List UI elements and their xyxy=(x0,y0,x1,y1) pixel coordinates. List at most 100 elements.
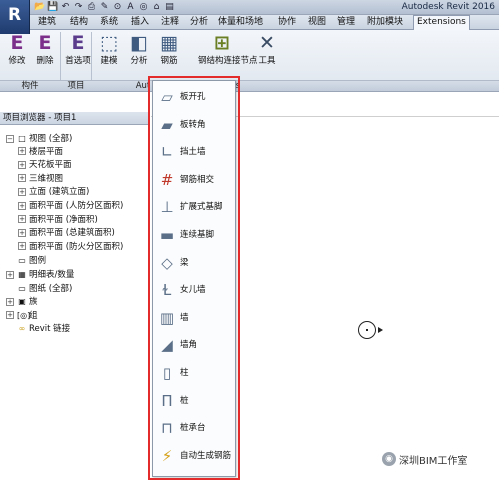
ribbon-button-0[interactable]: E 修改 xyxy=(4,32,30,67)
ribbon-tool-icon: ◧ xyxy=(130,32,148,54)
rebar-menu-label: 柱 xyxy=(180,368,189,378)
tree-item[interactable]: + 三维视图 xyxy=(18,173,63,186)
tree-item[interactable]: + 面积平面 (总建筑面积) xyxy=(18,227,115,240)
ribbon-tool-icon: E xyxy=(71,32,85,54)
tree-item[interactable]: + [◎]组 xyxy=(6,309,38,322)
ribbon-button-7[interactable]: ✕ 工具 xyxy=(253,32,281,67)
expand-toggle-icon[interactable]: + xyxy=(6,297,14,306)
quick-access-icon[interactable]: ↷ xyxy=(73,1,84,13)
quick-access-icon[interactable]: ↶ xyxy=(60,1,71,13)
tab-11[interactable]: Extensions xyxy=(413,15,470,31)
tab-3[interactable]: 插入 xyxy=(131,16,149,30)
view-marker-center xyxy=(366,329,368,331)
rebar-dropdown-menu: ▱ 板开孔 ▰ 板转角 ∟ 挡土墙 # 钢筋相交 ⊥ 扩展式基脚 ▬ 连续基脚 ◇ 梁 Ɫ 女儿墙 ▥ 墙 ◢ 墙角 ▯… xyxy=(152,80,236,477)
project-browser-title: 项目浏览器 - 项目1 xyxy=(0,112,150,125)
tab-1[interactable]: 结构 xyxy=(70,16,88,30)
tab-0[interactable]: 建筑 xyxy=(38,16,56,30)
rebar-menu-item[interactable]: ▱ 板开孔 xyxy=(153,86,235,110)
rebar-menu-item[interactable]: ▥ 墙 xyxy=(153,307,235,331)
rebar-menu-item[interactable]: # 钢筋相交 xyxy=(153,169,235,193)
expand-toggle-icon[interactable]: + xyxy=(6,270,14,279)
ribbon-button-2[interactable]: E 首选项 xyxy=(64,32,92,67)
tree-item[interactable]: + 楼层平面 xyxy=(18,146,63,159)
expand-toggle-icon[interactable]: + xyxy=(18,242,26,251)
tree-item[interactable]: + ▣ 族 xyxy=(6,295,38,308)
ribbon-button-label: 钢结构连接节点 xyxy=(198,56,258,66)
expand-toggle-icon[interactable]: − xyxy=(6,134,14,143)
expand-toggle-icon[interactable]: + xyxy=(6,311,14,320)
expand-toggle-icon[interactable]: + xyxy=(18,160,26,169)
tree-item[interactable]: ▭ 图例 xyxy=(6,254,46,267)
wechat-logo-icon: ◉ xyxy=(382,452,396,466)
rebar-menu-item[interactable]: ∟ 挡土墙 xyxy=(153,141,235,165)
tree-node-icon: ▭ xyxy=(18,256,26,266)
rebar-menu-label: 自动生成钢筋 xyxy=(180,450,232,461)
tree-item-label: 三维视图 xyxy=(29,173,64,184)
tree-item-label: 图例 xyxy=(29,256,47,267)
quick-access-icon[interactable]: ▤ xyxy=(164,1,175,13)
rebar-menu-item[interactable]: ⊓ 桩承台 xyxy=(153,417,235,441)
ribbon-tool-icon: ▦ xyxy=(160,32,178,54)
rebar-menu-item[interactable]: ⚡ 自动生成钢筋 xyxy=(153,445,235,469)
quick-access-icon[interactable]: 📂 xyxy=(34,1,45,13)
tree-item[interactable]: ∞ Revit 链接 xyxy=(6,322,71,335)
tree-node-icon: ∞ xyxy=(18,324,26,334)
quick-access-icon[interactable]: ⌂ xyxy=(151,1,162,13)
quick-access-icon[interactable]: ◎ xyxy=(138,1,149,13)
tab-2[interactable]: 系统 xyxy=(100,16,118,30)
tree-item[interactable]: − □ 视图 (全部) xyxy=(6,132,72,145)
tree-item[interactable]: + 天花板平面 xyxy=(18,159,72,172)
tree-item[interactable]: + ▦ 明细表/数量 xyxy=(6,268,74,281)
expand-toggle-icon[interactable]: + xyxy=(18,187,26,196)
tree-item-label: 面积平面 (净面积) xyxy=(29,214,98,225)
expand-toggle-icon[interactable]: + xyxy=(18,201,26,210)
rebar-menu-item[interactable]: Ɫ 女儿墙 xyxy=(153,279,235,303)
quick-access-icon[interactable]: ⎙ xyxy=(86,1,97,13)
expand-toggle-icon[interactable]: + xyxy=(18,147,26,156)
rebar-menu-item[interactable]: ◢ 墙角 xyxy=(153,334,235,358)
ribbon-button-1[interactable]: E 删除 xyxy=(32,32,58,67)
view-marker[interactable] xyxy=(358,321,376,339)
tree-item[interactable]: + 面积平面 (防火分区面积) xyxy=(18,241,123,254)
rebar-menu-item[interactable]: ⊥ 扩展式基脚 xyxy=(153,196,235,220)
expand-toggle-icon[interactable]: + xyxy=(18,228,26,237)
ribbon-button-3[interactable]: ⬚ 建模 xyxy=(96,32,122,67)
rebar-menu-item[interactable]: ▰ 板转角 xyxy=(153,114,235,138)
quick-access-icon[interactable]: 💾 xyxy=(47,1,58,13)
rebar-menu-item[interactable]: ▯ 柱 xyxy=(153,362,235,386)
expand-toggle-icon[interactable]: + xyxy=(18,215,26,224)
rebar-menu-item[interactable]: ◇ 梁 xyxy=(153,252,235,276)
rebar-menu-label: 板开孔 xyxy=(180,92,206,102)
tree-item[interactable]: + 面积平面 (人防分区面积) xyxy=(18,200,123,213)
tree-item-label: 视图 (全部) xyxy=(29,134,73,144)
quick-access-icon[interactable]: ✎ xyxy=(99,1,110,13)
tab-9[interactable]: 管理 xyxy=(337,16,355,30)
rebar-menu-label: 扩展式基脚 xyxy=(180,202,223,213)
rebar-menu-item[interactable]: ▬ 连续基脚 xyxy=(153,224,235,248)
tree-item[interactable]: ▭ 图纸 (全部) xyxy=(6,282,72,295)
rebar-type-icon: Ɫ xyxy=(162,281,172,300)
rebar-type-icon: ▬ xyxy=(159,226,175,244)
tab-10[interactable]: 附加模块 xyxy=(367,16,403,30)
ribbon-button-5[interactable]: ▦ 钢筋 xyxy=(157,32,181,67)
rebar-type-icon: Π xyxy=(161,391,173,410)
tab-7[interactable]: 协作 xyxy=(278,16,296,30)
tree-item-label: 族 xyxy=(29,297,38,308)
tree-node-icon: ▭ xyxy=(18,283,26,293)
quick-access-icon[interactable]: A xyxy=(125,1,136,13)
tree-item[interactable]: + 面积平面 (净面积) xyxy=(18,214,98,227)
rebar-menu-label: 墙角 xyxy=(180,340,198,351)
tab-6[interactable]: 体量和场地 xyxy=(218,16,263,30)
ribbon-button-4[interactable]: ◧ 分析 xyxy=(125,32,153,67)
tab-8[interactable]: 视图 xyxy=(308,16,326,30)
tree-item[interactable]: + 立面 (建筑立面) xyxy=(18,186,89,199)
quick-access-icon[interactable]: ⊙ xyxy=(112,1,123,13)
application-menu-button[interactable]: R xyxy=(0,0,30,34)
ribbon-tab-bar: 建筑 结构 系统 插入 注释 分析 体量和场地 协作 视图 管理 附加模块 Extensions xyxy=(30,15,499,31)
rebar-menu-item[interactable]: Π桩 xyxy=(153,390,235,414)
ribbon-button-6[interactable]: ⊞ 钢结构连接节点 xyxy=(198,32,258,67)
tab-4[interactable]: 注释 xyxy=(161,16,179,30)
tree-item-label: 面积平面 (人防分区面积) xyxy=(29,201,124,211)
tab-5[interactable]: 分析 xyxy=(190,16,208,30)
expand-toggle-icon[interactable]: + xyxy=(18,174,26,183)
